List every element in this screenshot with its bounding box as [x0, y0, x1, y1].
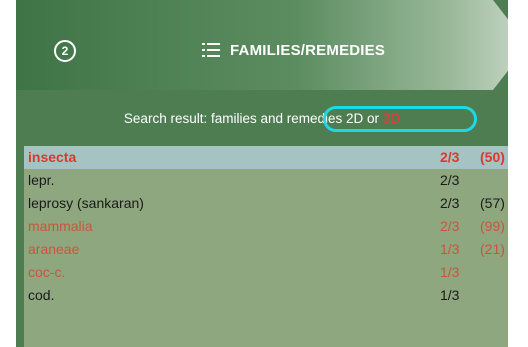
- result-row[interactable]: cod. 1/3: [24, 284, 508, 307]
- result-fraction: 2/3: [440, 172, 460, 188]
- result-fraction: 2/3: [440, 195, 460, 211]
- step-number-badge: 2: [54, 40, 76, 62]
- result-fraction: 1/3: [440, 264, 460, 280]
- result-row[interactable]: mammalia 2/3 (99): [24, 215, 508, 238]
- highlight-annotation: [323, 106, 477, 132]
- result-name: lepr.: [28, 172, 55, 188]
- result-row[interactable]: insecta 2/3 (50): [24, 146, 508, 169]
- result-name: leprosy (sankaran): [28, 195, 144, 211]
- header-title-group: FAMILIES/REMEDIES: [202, 38, 385, 62]
- result-name: mammalia: [28, 218, 93, 234]
- result-fraction: 1/3: [440, 241, 460, 257]
- families-remedies-panel: 2 FAMILIES/REMEDIES Search result: famil…: [16, 0, 508, 347]
- result-count: (57): [480, 195, 505, 211]
- result-name: araneae: [28, 241, 80, 257]
- result-count: (99): [480, 218, 505, 234]
- result-row[interactable]: araneae 1/3 (21): [24, 238, 508, 261]
- result-fraction: 2/3: [440, 218, 460, 234]
- result-fraction: 2/3: [440, 149, 460, 165]
- section-header[interactable]: 2 FAMILIES/REMEDIES: [16, 0, 508, 90]
- result-row[interactable]: lepr. 2/3: [24, 169, 508, 192]
- result-row[interactable]: coc-c. 1/3: [24, 261, 508, 284]
- result-count: (50): [480, 149, 505, 165]
- section-title: FAMILIES/REMEDIES: [230, 41, 386, 59]
- result-name: cod.: [28, 287, 55, 303]
- result-fraction: 1/3: [440, 287, 460, 303]
- result-name: insecta: [28, 149, 77, 165]
- list-icon: [202, 43, 220, 57]
- result-count: (21): [480, 241, 505, 257]
- result-row[interactable]: leprosy (sankaran) 2/3 (57): [24, 192, 508, 215]
- result-name: coc-c.: [28, 264, 66, 280]
- results-list: insecta 2/3 (50) lepr. 2/3 leprosy (sankaran)…: [24, 146, 508, 347]
